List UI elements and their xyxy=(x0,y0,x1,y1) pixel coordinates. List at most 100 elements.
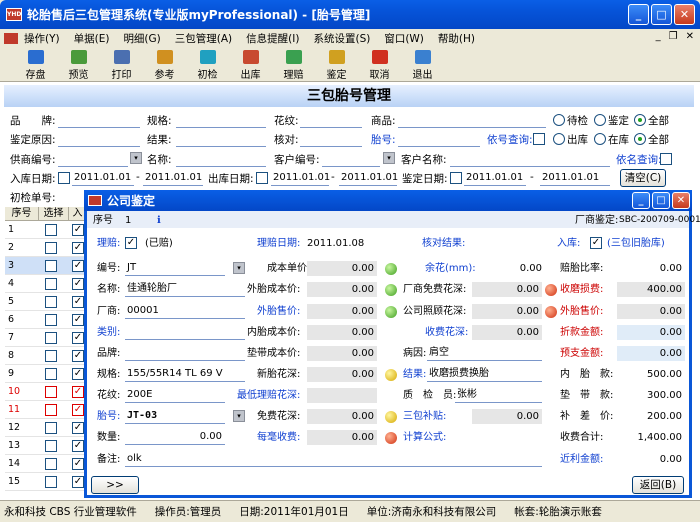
brand-field[interactable] xyxy=(58,113,140,128)
toolbar-button-3[interactable]: 参考 xyxy=(143,48,186,81)
wear-loss-value[interactable]: 400.00 xyxy=(617,282,685,297)
row-select-checkbox[interactable] xyxy=(45,368,57,380)
toolbar-button-0[interactable]: 存盘 xyxy=(14,48,57,81)
conclusion-value[interactable]: 收磨损费换胎 xyxy=(427,367,542,382)
tire-no-value[interactable]: JT-03 xyxy=(125,409,225,424)
table-row[interactable]: 4 ✓ xyxy=(5,275,87,293)
row-instock-checkbox[interactable]: ✓ xyxy=(72,296,84,308)
toolbar-button-1[interactable]: 预览 xyxy=(57,48,100,81)
tire-no-dropdown-icon[interactable]: ▾ xyxy=(233,410,245,422)
free-tread-value[interactable]: 0.00 xyxy=(472,282,542,297)
spec-value[interactable]: 155/55R14 TL 69 V xyxy=(125,367,245,382)
code-dropdown-icon[interactable]: ▾ xyxy=(233,262,245,274)
out-date-checkbox[interactable] xyxy=(256,172,268,184)
cause-value[interactable]: 肩空 xyxy=(427,346,542,361)
brand-value[interactable] xyxy=(125,346,245,361)
name-field[interactable] xyxy=(176,152,266,167)
row-instock-checkbox[interactable]: ✓ xyxy=(72,350,84,362)
hao-fee-value[interactable]: 0.00 xyxy=(307,430,377,445)
appraise-date-checkbox[interactable] xyxy=(450,172,462,184)
out-date-to[interactable]: 2011.01.01 xyxy=(339,171,398,186)
formula-label[interactable]: 计算公式: xyxy=(403,430,446,445)
note-value[interactable]: olk xyxy=(125,452,542,467)
row-select-checkbox[interactable] xyxy=(45,458,57,470)
dialog-close-button[interactable]: ✕ xyxy=(672,192,690,209)
in-cost-value[interactable]: 0.00 xyxy=(307,325,377,340)
menu-operate[interactable]: 操作(Y) xyxy=(24,31,60,46)
row-instock-checkbox[interactable]: ✓ xyxy=(72,314,84,326)
appraise-date-to[interactable]: 2011.01.01 xyxy=(540,171,610,186)
customer-dropdown-icon[interactable]: ▾ xyxy=(383,152,395,164)
table-row[interactable]: 3 ✓ xyxy=(5,257,87,275)
supplier-no-field[interactable] xyxy=(58,152,128,167)
discount-value[interactable]: 0.00 xyxy=(617,325,685,340)
radio-appraised[interactable] xyxy=(594,114,606,126)
menu-help[interactable]: 帮助(H) xyxy=(438,31,475,46)
menu-detail[interactable]: 明细(G) xyxy=(123,31,160,46)
menu-settings[interactable]: 系统设置(S) xyxy=(313,31,370,46)
toolbar-button-5[interactable]: 出库 xyxy=(229,48,272,81)
menu-bill[interactable]: 单据(E) xyxy=(74,31,110,46)
company-tread-value[interactable]: 0.00 xyxy=(472,304,542,319)
out-price2-value[interactable]: 0.00 xyxy=(617,304,685,319)
claim-date-value[interactable]: 2011.01.08 xyxy=(307,236,364,251)
inspector-value[interactable]: 张彬 xyxy=(455,388,542,403)
row-instock-checkbox[interactable]: ✓ xyxy=(72,458,84,470)
menu-warranty[interactable]: 三包管理(A) xyxy=(175,31,232,46)
row-select-checkbox[interactable] xyxy=(45,386,57,398)
back-button[interactable]: 返回(B) xyxy=(632,476,684,494)
row-select-checkbox[interactable] xyxy=(45,422,57,434)
radio-pending[interactable] xyxy=(553,114,565,126)
appraise-date-from[interactable]: 2011.01.01 xyxy=(464,171,526,186)
toolbar-button-9[interactable]: 退出 xyxy=(401,48,444,81)
verify-field[interactable] xyxy=(300,132,362,147)
row-instock-checkbox[interactable]: ✓ xyxy=(72,476,84,488)
toolbar-button-2[interactable]: 打印 xyxy=(100,48,143,81)
mdi-minimize-icon[interactable]: _ xyxy=(656,31,661,42)
row-select-checkbox[interactable] xyxy=(45,278,57,290)
toolbar-button-8[interactable]: 取消 xyxy=(358,48,401,81)
row-instock-checkbox[interactable]: ✓ xyxy=(72,224,84,236)
more-button[interactable]: >> xyxy=(91,476,139,494)
dialog-minimize-button[interactable]: _ xyxy=(632,192,650,209)
name-query-checkbox[interactable] xyxy=(660,153,672,165)
in-date-from[interactable]: 2011.01.01 xyxy=(72,171,134,186)
customer-no-field[interactable] xyxy=(322,152,380,167)
total-value[interactable]: 1,400.00 xyxy=(617,430,685,445)
row-instock-checkbox[interactable]: ✓ xyxy=(72,386,84,398)
table-row[interactable]: 11 ✓ xyxy=(5,401,87,419)
table-row[interactable]: 9 ✓ xyxy=(5,365,87,383)
out-cost-value[interactable]: 0.00 xyxy=(307,282,377,297)
subsidy-value[interactable]: 0.00 xyxy=(472,409,542,424)
name-value[interactable]: 佳通轮胎厂 xyxy=(125,282,245,297)
row-select-checkbox[interactable] xyxy=(45,476,57,488)
result-field[interactable] xyxy=(176,132,266,147)
vendor-value[interactable]: 00001 xyxy=(125,304,245,319)
qty-value[interactable]: 0.00 xyxy=(125,430,225,445)
tire-query-checkbox[interactable] xyxy=(533,133,545,145)
row-instock-checkbox[interactable]: ✓ xyxy=(72,404,84,416)
table-row[interactable]: 7 ✓ xyxy=(5,329,87,347)
row-select-checkbox[interactable] xyxy=(45,404,57,416)
toolbar-button-4[interactable]: 初检 xyxy=(186,48,229,81)
category-field[interactable] xyxy=(125,325,245,340)
new-tread-value[interactable]: 0.00 xyxy=(307,367,377,382)
table-row[interactable]: 10 ✓ xyxy=(5,383,87,401)
row-select-checkbox[interactable] xyxy=(45,242,57,254)
table-row[interactable]: 13 ✓ xyxy=(5,437,87,455)
pad-cost-value[interactable]: 0.00 xyxy=(307,346,377,361)
pattern-value[interactable]: 200E xyxy=(125,388,225,403)
row-instock-checkbox[interactable]: ✓ xyxy=(72,260,84,272)
dialog-maximize-button[interactable]: □ xyxy=(652,192,670,209)
supp-value[interactable]: 200.00 xyxy=(617,409,685,424)
row-select-checkbox[interactable] xyxy=(45,314,57,326)
table-row[interactable]: 14 ✓ xyxy=(5,455,87,473)
mdi-restore-icon[interactable]: ❐ xyxy=(669,31,678,42)
table-row[interactable]: 2 ✓ xyxy=(5,239,87,257)
free-tread2-value[interactable]: 0.00 xyxy=(307,409,377,424)
cost-value[interactable]: 0.00 xyxy=(307,261,377,276)
spec-field[interactable] xyxy=(176,113,266,128)
table-row[interactable]: 12 ✓ xyxy=(5,419,87,437)
col-select[interactable]: 选择 xyxy=(39,207,69,221)
in-stock-checkbox[interactable]: ✓ xyxy=(590,237,602,249)
